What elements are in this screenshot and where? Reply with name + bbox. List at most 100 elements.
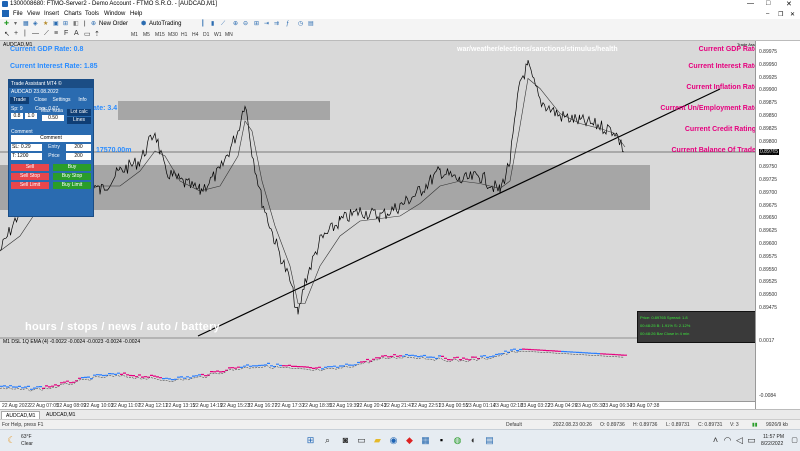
tradingview-icon[interactable]: ▪ [436, 435, 447, 446]
battery-icon[interactable]: ▭ [746, 435, 757, 446]
navigator-icon[interactable]: ★ [42, 20, 49, 28]
sell-limit-button[interactable]: Sell Limit [11, 182, 49, 189]
media-icon[interactable]: ◆ [404, 435, 415, 446]
arrows-icon[interactable]: ⇡ [94, 30, 100, 38]
timeframe-m1[interactable]: M1 [131, 32, 138, 38]
tab-settings[interactable]: Settings [52, 97, 71, 104]
indicators-icon[interactable]: ƒ [285, 20, 290, 28]
notifications-icon[interactable]: ▢ [789, 435, 800, 446]
vertical-line-icon[interactable]: | [24, 30, 26, 37]
cursor-icon[interactable]: ↖ [4, 30, 10, 38]
app-icon-a[interactable]: ◐ [468, 435, 479, 446]
maximize-button[interactable]: □ [766, 0, 770, 7]
menu-view[interactable]: View [27, 11, 40, 17]
sell-stop-button[interactable]: Sell Stop [11, 173, 49, 180]
comment-field[interactable]: Comment [11, 135, 91, 142]
tab-audcad-m1[interactable]: AUDCAD,M1 [42, 411, 79, 419]
candlestick-icon[interactable]: ▮ [210, 20, 215, 28]
mdi-minimize-button[interactable]: – [766, 11, 769, 17]
timeframe-m5[interactable]: M5 [143, 32, 150, 38]
buy-button[interactable]: Buy [53, 164, 91, 171]
label-icon[interactable]: ▭ [84, 30, 91, 38]
task-view-icon[interactable]: ▭ [356, 435, 367, 446]
stop-loss-field[interactable]: SL: 0.29 [11, 144, 42, 151]
file-explorer-icon[interactable]: ▰ [372, 435, 383, 446]
tab-close[interactable]: Close [31, 97, 50, 104]
timeframe-m15[interactable]: M15 [155, 32, 165, 38]
price-field[interactable]: 200 [66, 153, 91, 160]
search-icon[interactable]: ⌕ [322, 435, 333, 446]
menu-insert[interactable]: Insert [44, 11, 59, 17]
new-order-button[interactable]: New Order [98, 20, 129, 28]
risk-percent-field[interactable]: 0.8 [11, 113, 23, 119]
teams-chat-icon[interactable]: ◙ [340, 435, 351, 446]
lines-button[interactable]: Lines [67, 117, 91, 124]
lot-calc-button[interactable]: Lot calc [67, 109, 91, 116]
menu-file[interactable]: File [13, 11, 23, 17]
autoscroll-icon[interactable]: ⇉ [273, 20, 280, 28]
crosshair-icon[interactable]: + [14, 30, 18, 37]
chart-shift-icon[interactable]: ⇥ [263, 20, 270, 28]
price-axis[interactable]: 0.89765 0.0017 -0.0084 0.89975 0.89950 0.8… [755, 41, 800, 409]
tester-icon[interactable]: ⊞ [62, 20, 69, 28]
buy-limit-button[interactable]: Buy Limit [53, 182, 91, 189]
app-icon [2, 1, 8, 7]
menu-tools[interactable]: Tools [85, 11, 99, 17]
zoom-out-icon[interactable]: ⊖ [242, 20, 249, 28]
trendline-icon[interactable]: ⟋ [44, 30, 49, 38]
timeframe-d1[interactable]: D1 [203, 32, 209, 38]
price-tick-label: 0.89575 [759, 253, 778, 260]
mdi-close-button[interactable]: ✕ [790, 11, 795, 18]
tile-windows-icon[interactable]: ⊞ [253, 20, 260, 28]
text-icon[interactable]: A [74, 30, 79, 37]
timeframe-w1[interactable]: W1 [214, 32, 222, 38]
weather-icon[interactable]: ☾ [6, 435, 17, 446]
price-tick-label: 0.89525 [759, 279, 778, 286]
editor-icon[interactable]: ◧ [72, 20, 80, 28]
store-icon[interactable]: ▦ [420, 435, 431, 446]
tab-trade[interactable]: Trade [10, 97, 29, 104]
horizontal-line-icon[interactable]: — [32, 30, 39, 37]
fibonacci-icon[interactable]: F [64, 30, 68, 37]
market-watch-icon[interactable]: ▦ [22, 20, 30, 28]
timeframe-m30[interactable]: M30 [168, 32, 178, 38]
wifi-icon[interactable]: ◠ [722, 435, 733, 446]
timeframe-h1[interactable]: H1 [181, 32, 187, 38]
metatrader-icon[interactable]: ▤ [484, 435, 495, 446]
minimize-button[interactable]: — [747, 0, 754, 7]
line-chart-icon[interactable]: ⟋ [220, 20, 226, 28]
terminal-icon[interactable]: ▣ [52, 20, 60, 28]
edge-icon[interactable]: ◉ [388, 435, 399, 446]
sell-button[interactable]: Sell [11, 164, 49, 171]
price-tick-label: 0.89675 [759, 202, 778, 209]
mdi-restore-button[interactable]: ❐ [778, 11, 783, 18]
new-chart-icon[interactable]: ✚ [3, 20, 10, 28]
menu-help[interactable]: Help [130, 11, 142, 17]
chrome-icon[interactable]: ◍ [452, 435, 463, 446]
trade-assistant-panel[interactable]: Trade Assistant MT4 © AUDCAD 23.08.2022 … [8, 79, 94, 217]
close-button[interactable]: ✕ [786, 0, 792, 8]
bar-chart-icon[interactable]: ┃ [200, 20, 206, 28]
price-chart[interactable] [0, 41, 755, 401]
take-profit-field[interactable]: T: 1200 [11, 153, 42, 160]
risk-ratio-field[interactable]: 1.0 [25, 113, 37, 119]
timeframe-h4[interactable]: H4 [192, 32, 198, 38]
data-window-icon[interactable]: ◈ [32, 20, 39, 28]
timeframe-mn[interactable]: MN [225, 32, 233, 38]
buy-stop-button[interactable]: Buy Stop [53, 173, 91, 180]
profiles-icon[interactable]: ▾ [13, 20, 18, 28]
start-icon[interactable]: ⊞ [305, 435, 316, 446]
autotrading-button[interactable]: AutoTrading [148, 20, 182, 28]
menu-window[interactable]: Window [104, 11, 125, 17]
channel-icon[interactable]: ≡ [54, 30, 58, 37]
chart-window[interactable]: AUDCAD,M1 Trade Assistant MT4 © war/weat… [0, 41, 800, 410]
tab-info[interactable]: Info [73, 97, 92, 104]
tray-chevron-icon[interactable]: ˄ [710, 435, 721, 446]
entry-field[interactable]: 200 [66, 144, 91, 151]
volume-icon[interactable]: ◁ [734, 435, 745, 446]
templates-icon[interactable]: ▤ [307, 20, 315, 28]
periods-icon[interactable]: ◷ [297, 20, 304, 28]
max-field[interactable]: 0.50 [42, 115, 64, 121]
menu-charts[interactable]: Charts [64, 11, 82, 17]
zoom-in-icon[interactable]: ⊕ [232, 20, 239, 28]
